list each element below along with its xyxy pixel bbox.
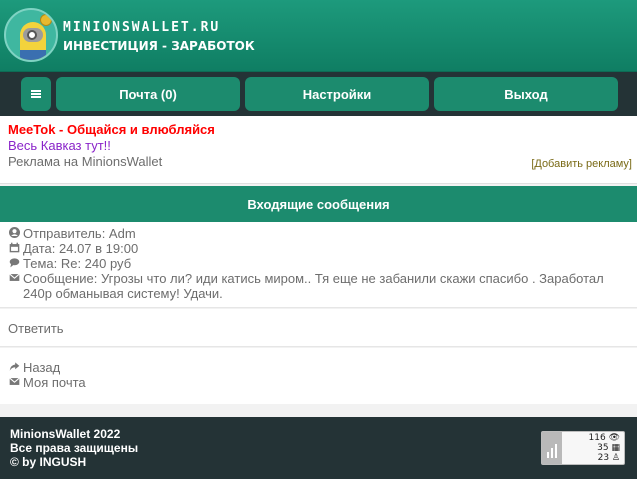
- user-icon: [8, 227, 21, 238]
- message-subject: Тема: Re: 240 руб: [23, 256, 132, 271]
- person-icon: ♙: [611, 453, 620, 463]
- message-subject-row: Тема: Re: 240 руб: [8, 256, 629, 271]
- message-date: Дата: 24.07 в 19:00: [23, 241, 139, 256]
- site-footer: MinionsWallet 2022 Все права защищены © …: [0, 417, 637, 479]
- hamburger-icon: [31, 90, 41, 98]
- calendar-icon: [8, 242, 21, 253]
- menu-button[interactable]: [21, 77, 51, 111]
- section-title: Входящие сообщения: [0, 186, 637, 222]
- eye-icon: 👁: [608, 433, 620, 443]
- bar-chart-icon: [542, 432, 562, 464]
- ad-link-meetok[interactable]: MeeTok - Общайся и влюбляйся: [8, 122, 629, 138]
- visit-counter[interactable]: 116 👁 35 ▦ 23 ♙: [541, 431, 625, 465]
- comment-icon: [8, 257, 21, 268]
- message-sender-row: Отправитель: Adm: [8, 226, 629, 241]
- ad-link-kavkaz[interactable]: Весь Кавказ тут!!: [8, 138, 629, 154]
- message-body-row: Сообщение: Угрозы что ли? иди катись мир…: [8, 271, 629, 301]
- coin-icon: [40, 14, 52, 26]
- message-body: Сообщение: Угрозы что ли? иди катись мир…: [23, 271, 604, 301]
- counter-values: 116 👁 35 ▦ 23 ♙: [589, 433, 621, 463]
- add-ad-link[interactable]: [Добавить рекламу]: [531, 158, 632, 170]
- back-link-row[interactable]: Назад: [8, 360, 629, 375]
- counter-users: 23: [597, 453, 610, 463]
- counter-views: 116: [588, 433, 606, 443]
- footer-line-2: Все права защищены: [10, 441, 139, 455]
- share-arrow-icon: [8, 361, 21, 372]
- nav-links-block: Назад Моя почта: [0, 348, 637, 404]
- site-header: MINIONSWALLET.RU ИНВЕСТИЦИЯ - ЗАРАБОТОК: [0, 0, 637, 72]
- logout-button[interactable]: Выход: [434, 77, 618, 111]
- nav-bar: Почта (0) Настройки Выход: [0, 72, 637, 116]
- my-mail-link-row[interactable]: Моя почта: [8, 375, 629, 390]
- back-link[interactable]: Назад: [23, 360, 60, 375]
- mail-button[interactable]: Почта (0): [56, 77, 240, 111]
- reply-link[interactable]: Ответить: [8, 321, 64, 336]
- footer-line-3: © by INGUSH: [10, 455, 87, 469]
- message-sender: Отправитель: Adm: [23, 226, 136, 241]
- message-block: Отправитель: Adm Дата: 24.07 в 19:00 Тем…: [0, 222, 637, 308]
- settings-button[interactable]: Настройки: [245, 77, 429, 111]
- footer-line-1: MinionsWallet 2022: [10, 427, 121, 441]
- message-date-row: Дата: 24.07 в 19:00: [8, 241, 629, 256]
- ads-block: MeeTok - Общайся и влюбляйся Весь Кавказ…: [0, 116, 637, 184]
- minion-eye: [27, 30, 37, 40]
- reply-block: Ответить: [0, 309, 637, 347]
- envelope-icon: [8, 376, 21, 387]
- counter-visits: 35: [597, 443, 609, 453]
- grid-icon: ▦: [611, 443, 620, 453]
- my-mail-link[interactable]: Моя почта: [23, 375, 86, 390]
- minion-pants: [20, 50, 46, 60]
- minion-logo[interactable]: [4, 8, 58, 62]
- site-name[interactable]: MINIONSWALLET.RU: [63, 20, 220, 35]
- envelope-icon: [8, 272, 21, 283]
- site-subtitle: ИНВЕСТИЦИЯ - ЗАРАБОТОК: [63, 39, 255, 53]
